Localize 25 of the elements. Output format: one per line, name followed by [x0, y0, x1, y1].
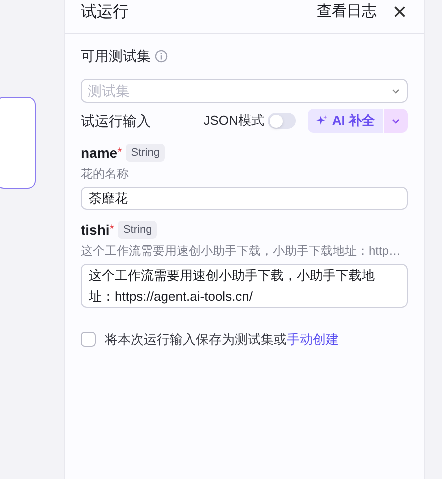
- type-tag: String: [126, 144, 165, 162]
- json-mode-toggle[interactable]: [268, 113, 296, 129]
- panel-title: 试运行: [81, 2, 129, 22]
- view-log-link[interactable]: 查看日志: [316, 1, 377, 24]
- info-icon[interactable]: [155, 50, 168, 63]
- test-set-label: 可用测试集: [81, 47, 151, 66]
- close-button[interactable]: ×: [392, 0, 407, 24]
- field-name: tishi: [81, 220, 110, 240]
- field-description: 这个工作流需要用速创小助手下载，小助手下载地址：http…: [81, 243, 402, 260]
- required-mark: *: [118, 144, 122, 161]
- json-mode-label: JSON模式: [204, 112, 264, 130]
- text-input-field[interactable]: 荼靡花: [81, 187, 408, 210]
- save-option-text: 将本次运行输入保存为测试集或手动创建: [105, 331, 339, 349]
- node-card[interactable]: [0, 97, 36, 189]
- type-tag: String: [118, 220, 158, 240]
- ai-complete-button[interactable]: AI 补全: [308, 109, 383, 133]
- manual-create-link[interactable]: 手动创建: [287, 332, 339, 347]
- text-input-field[interactable]: 这个工作流需要用速创小助手下载，小助手下载地址：https://agent.ai-tools.cn/: [81, 264, 408, 308]
- field-description: 花的名称: [81, 166, 130, 183]
- required-mark: *: [110, 221, 114, 238]
- ai-options-dropdown[interactable]: [384, 109, 408, 133]
- run-input-label: 试运行输入: [81, 112, 151, 130]
- save-checkbox[interactable]: [81, 332, 96, 348]
- field-name: name: [81, 144, 118, 162]
- sparkle-icon: [316, 115, 328, 127]
